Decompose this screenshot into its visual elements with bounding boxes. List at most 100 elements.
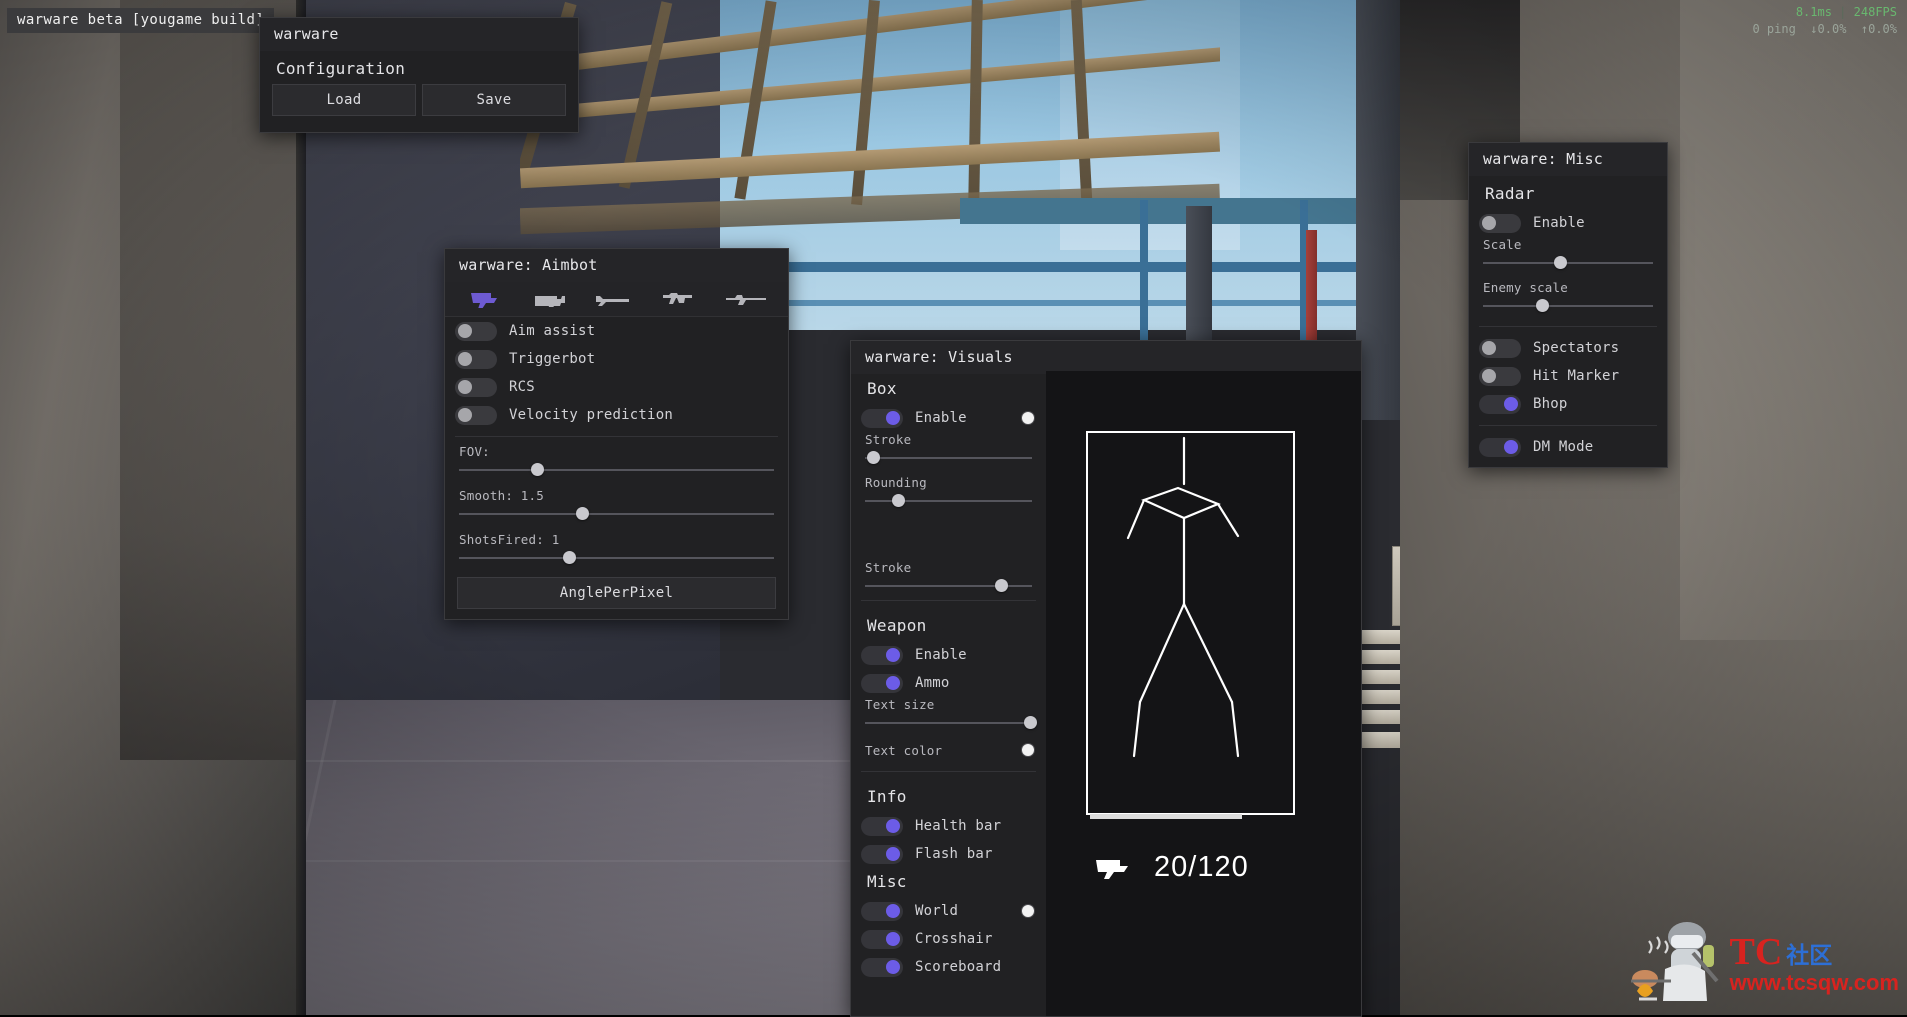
box-enable-toggle[interactable] — [861, 408, 903, 428]
world-toggle[interactable] — [861, 901, 903, 921]
config-window[interactable]: warware Configuration Load Save — [259, 17, 579, 133]
box-rounding-slider[interactable] — [865, 494, 1032, 508]
aimbot-body: Aim assist Triggerbot RCS Velocity predi… — [445, 317, 788, 619]
hud-separator: | — [1839, 5, 1847, 19]
aimbot-toggle-row[interactable]: Triggerbot — [445, 345, 788, 373]
triggerbot-toggle[interactable] — [455, 349, 497, 369]
velocity-prediction-label: Velocity prediction — [509, 407, 673, 423]
weapon-tab-smg[interactable] — [525, 286, 577, 312]
steel-girder — [960, 198, 1390, 224]
dm-mode-toggle[interactable] — [1479, 437, 1521, 457]
weapon-tab-rifle[interactable] — [656, 286, 708, 312]
box-rounding-slider-group[interactable]: Rounding — [851, 475, 1046, 508]
config-window-title: warware — [260, 18, 578, 51]
aimbot-window-title: warware: Aimbot — [445, 249, 788, 282]
box-enable-row[interactable]: Enable — [851, 404, 1046, 432]
misc-window[interactable]: warware: Misc Radar Enable Scale Enemy s… — [1468, 142, 1668, 468]
player-skeleton-preview — [1126, 436, 1240, 758]
enemy-scale-slider-group[interactable]: Enemy scale — [1469, 280, 1667, 313]
radar-scale-slider[interactable] — [1483, 256, 1653, 270]
text-color-swatch[interactable] — [1022, 744, 1034, 756]
secondary-stroke-slider[interactable] — [865, 579, 1032, 593]
health-bar-toggle[interactable] — [861, 816, 903, 836]
spectators-row[interactable]: Spectators — [1469, 334, 1667, 362]
weapon-tab-pistol[interactable] — [460, 286, 512, 312]
save-config-button[interactable]: Save — [422, 84, 566, 116]
load-config-button[interactable]: Load — [272, 84, 416, 116]
fov-slider[interactable] — [459, 463, 774, 477]
aimbot-toggle-row[interactable]: Aim assist — [445, 317, 788, 345]
flash-bar-row[interactable]: Flash bar — [851, 840, 1046, 868]
text-color-row[interactable]: Text color — [851, 736, 1046, 764]
rcs-label: RCS — [509, 379, 535, 395]
aim-assist-toggle[interactable] — [455, 321, 497, 341]
spectators-toggle[interactable] — [1479, 338, 1521, 358]
shotsfired-slider-group[interactable]: ShotsFired: 1 — [445, 532, 788, 565]
ping-value: 0 ping — [1752, 22, 1796, 36]
visuals-window[interactable]: warware: Visuals Box Enable Stroke Round… — [850, 340, 1362, 1017]
text-size-slider[interactable] — [865, 716, 1037, 730]
railing-secondary — [700, 300, 1400, 306]
loss-up-value: ↑0.0% — [1860, 22, 1897, 36]
hit-marker-toggle[interactable] — [1479, 366, 1521, 386]
performance-overlay: 8.1ms | 248FPS 0 ping ↓0.0% ↑0.0% — [1752, 4, 1897, 38]
weapon-enable-toggle[interactable] — [861, 645, 903, 665]
aimbot-toggle-row[interactable]: Velocity prediction — [445, 401, 788, 429]
aimbot-toggle-row[interactable]: RCS — [445, 373, 788, 401]
text-size-slider-group[interactable]: Text size — [851, 697, 1046, 730]
shotsfired-slider[interactable] — [459, 551, 774, 565]
visuals-divider — [861, 771, 1036, 772]
crosshair-toggle[interactable] — [861, 929, 903, 949]
flash-bar-toggle[interactable] — [861, 844, 903, 864]
fov-slider-group[interactable]: FOV: — [445, 444, 788, 477]
box-stroke-slider-group[interactable]: Stroke — [851, 432, 1046, 465]
bhop-toggle[interactable] — [1479, 394, 1521, 414]
radar-enable-toggle[interactable] — [1479, 213, 1521, 233]
scoreboard-row[interactable]: Scoreboard — [851, 953, 1046, 981]
aimbot-divider — [455, 436, 778, 437]
smooth-slider-group[interactable]: Smooth: 1.5 — [445, 488, 788, 521]
box-stroke-slider[interactable] — [865, 451, 1032, 465]
metal-column — [1356, 0, 1400, 420]
weapon-ammo-row[interactable]: Ammo — [851, 669, 1046, 697]
visuals-options-column: Box Enable Stroke Rounding Stroke Weapon — [851, 371, 1046, 1016]
weapon-enable-row[interactable]: Enable — [851, 641, 1046, 669]
radar-scale-slider-group[interactable]: Scale — [1469, 237, 1667, 270]
world-row[interactable]: World — [851, 897, 1046, 925]
secondary-stroke-slider-group[interactable]: Stroke — [851, 560, 1046, 593]
frametime-value: 8.1ms — [1795, 5, 1832, 19]
dm-mode-row[interactable]: DM Mode — [1469, 433, 1667, 461]
scoreboard-toggle[interactable] — [861, 957, 903, 977]
health-bar-label: Health bar — [915, 818, 1002, 834]
weapon-ammo-label: Ammo — [915, 675, 950, 691]
rcs-toggle[interactable] — [455, 377, 497, 397]
health-bar-row[interactable]: Health bar — [851, 812, 1046, 840]
site-watermark: TC 社区 www.tcsqw.com — [1627, 919, 1899, 1011]
bhop-row[interactable]: Bhop — [1469, 390, 1667, 418]
box-section-heading: Box — [867, 379, 897, 398]
angle-per-pixel-button[interactable]: AnglePerPixel — [457, 577, 776, 609]
weapon-tab-bar[interactable] — [445, 282, 788, 317]
weapon-enable-label: Enable — [915, 647, 967, 663]
crosshair-row[interactable]: Crosshair — [851, 925, 1046, 953]
aimbot-window[interactable]: warware: Aimbot Aim assist Triggerbot RC — [444, 248, 789, 620]
misc-divider — [1479, 326, 1657, 327]
world-color-swatch[interactable] — [1022, 905, 1034, 917]
weapon-tab-shotgun[interactable] — [590, 286, 642, 312]
secondary-stroke-label: Stroke — [865, 560, 912, 575]
radar-scale-label: Scale — [1483, 237, 1522, 252]
smooth-slider[interactable] — [459, 507, 774, 521]
weapon-tab-sniper[interactable] — [721, 286, 773, 312]
pistol-icon — [470, 293, 497, 308]
velocity-prediction-toggle[interactable] — [455, 405, 497, 425]
hit-marker-row[interactable]: Hit Marker — [1469, 362, 1667, 390]
crosshair-label: Crosshair — [915, 931, 993, 947]
shotsfired-label: ShotsFired: 1 — [459, 532, 560, 547]
radar-enable-row[interactable]: Enable — [1469, 209, 1667, 237]
box-color-swatch[interactable] — [1022, 412, 1034, 424]
enemy-scale-slider[interactable] — [1483, 299, 1653, 313]
weapon-ammo-toggle[interactable] — [861, 673, 903, 693]
visuals-preview-pane: 20/120 — [1046, 371, 1361, 1016]
info-section-heading: Info — [867, 787, 907, 806]
radar-section-heading: Radar — [1485, 184, 1535, 203]
